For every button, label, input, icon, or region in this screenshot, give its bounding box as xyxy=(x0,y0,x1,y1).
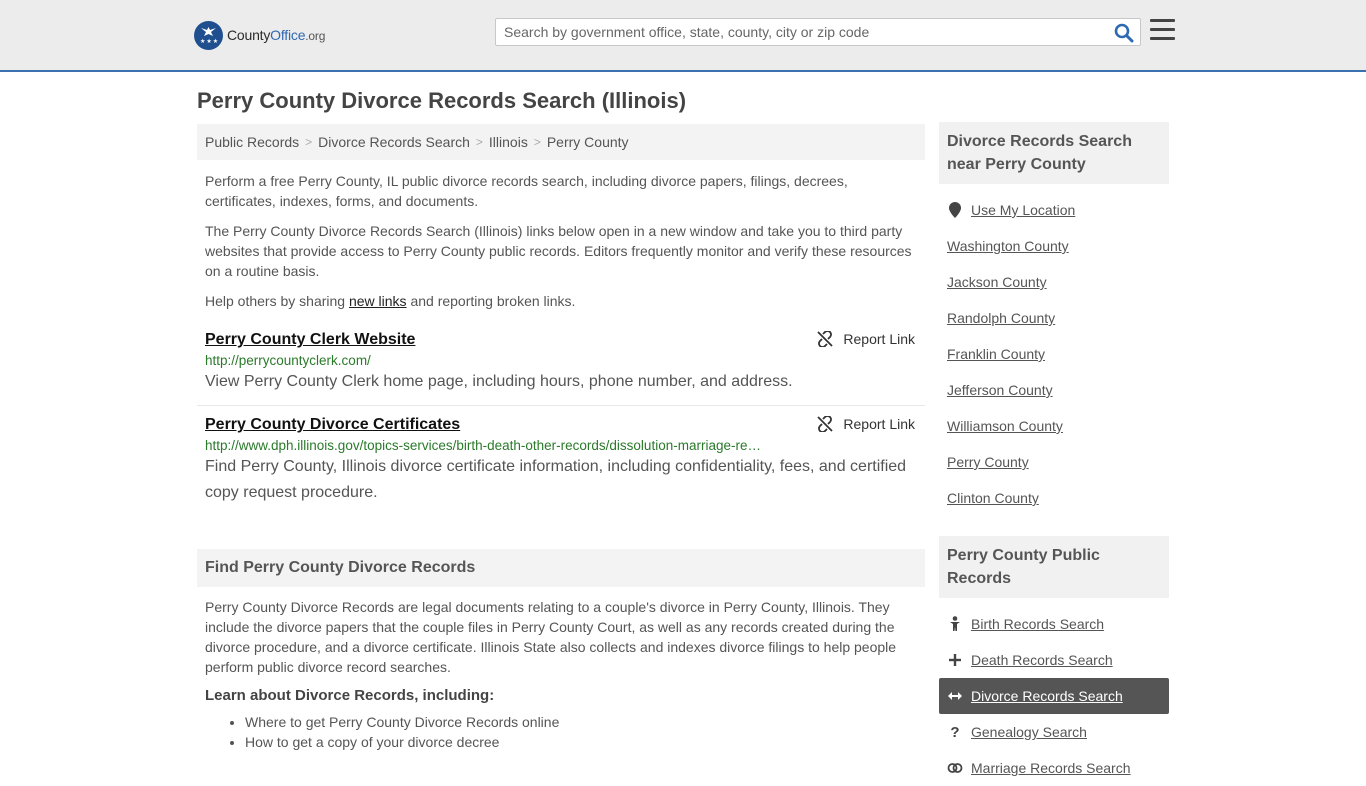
sidebar-public-records: Perry County Public Records Birth Record… xyxy=(939,536,1169,786)
page-title: Perry County Divorce Records Search (Ill… xyxy=(197,88,687,113)
result-url: http://www.dph.illinois.gov/topics-servi… xyxy=(205,438,761,453)
breadcrumb-current: Perry County xyxy=(546,134,629,150)
question-icon: ? xyxy=(950,723,960,741)
list-item: Clinton County xyxy=(939,480,1169,516)
result-title: Perry County Divorce Certificates xyxy=(205,416,917,434)
use-location-link[interactable]: Use My Location xyxy=(971,202,1075,218)
county-link[interactable]: Franklin County xyxy=(947,346,1045,362)
result-title: Perry County Clerk Website xyxy=(205,331,917,349)
find-records-paragraph: Perry County Divorce Records are legal d… xyxy=(205,599,897,675)
search-input[interactable] xyxy=(496,19,1106,45)
birth-records-link[interactable]: Birth Records Search xyxy=(971,616,1104,632)
list-item: Franklin County xyxy=(939,336,1169,372)
nearby-list: Use My Location Washington County Jackso… xyxy=(939,192,1169,516)
list-item: Randolph County xyxy=(939,300,1169,336)
breadcrumb-public-records[interactable]: Public Records xyxy=(205,134,299,150)
list-item: Perry County xyxy=(939,444,1169,480)
list-item: Birth Records Search xyxy=(939,606,1169,642)
death-records-link[interactable]: Death Records Search xyxy=(971,652,1113,668)
breadcrumb-divorce-records[interactable]: Divorce Records Search xyxy=(318,134,470,150)
list-item: ? Genealogy Search xyxy=(939,714,1169,750)
chevron-right-icon: > xyxy=(475,135,483,149)
list-item: Marriage Records Search xyxy=(939,750,1169,786)
sidebar-public-heading: Perry County Public Records xyxy=(939,536,1169,598)
list-item: How to get a copy of your divorce decree xyxy=(245,732,925,752)
result-description: Find Perry County, Illinois divorce cert… xyxy=(205,458,907,501)
search-icon[interactable] xyxy=(1114,23,1134,43)
disclaimer-paragraph: The Perry County Divorce Records Search … xyxy=(205,223,912,279)
county-link[interactable]: Randolph County xyxy=(947,310,1055,326)
result-item: Perry County Divorce Certificates Report… xyxy=(197,416,925,506)
hamburger-menu-icon[interactable] xyxy=(1150,19,1175,41)
broken-link-icon xyxy=(817,416,834,432)
chevron-right-icon: > xyxy=(533,135,541,149)
county-link[interactable]: Jefferson County xyxy=(947,382,1053,398)
public-records-list: Birth Records Search Death Records Searc… xyxy=(939,606,1169,786)
result-title-link[interactable]: Perry County Clerk Website xyxy=(205,331,415,348)
eagle-seal-icon: ★★★ xyxy=(194,20,223,50)
county-link[interactable]: Jackson County xyxy=(947,274,1047,290)
chevron-right-icon: > xyxy=(305,135,313,149)
logo-text: CountyOffice.org xyxy=(227,27,326,43)
learn-list: Where to get Perry County Divorce Record… xyxy=(197,712,925,752)
marriage-records-link[interactable]: Marriage Records Search xyxy=(971,760,1131,776)
county-link[interactable]: Clinton County xyxy=(947,490,1039,506)
main-content: Public Records > Divorce Records Search > … xyxy=(197,124,925,752)
rings-icon xyxy=(947,760,963,776)
report-link-button[interactable]: Report Link xyxy=(817,416,915,432)
result-description: View Perry County Clerk home page, inclu… xyxy=(205,373,793,390)
sidebar-nearby-heading: Divorce Records Search near Perry County xyxy=(939,122,1169,184)
list-item: Death Records Search xyxy=(939,642,1169,678)
result-item: Perry County Clerk Website Report Link h… xyxy=(197,331,925,395)
list-item: Where to get Perry County Divorce Record… xyxy=(245,712,925,732)
divider xyxy=(197,405,925,406)
report-link-button[interactable]: Report Link xyxy=(817,331,915,347)
genealogy-link[interactable]: Genealogy Search xyxy=(971,724,1087,740)
list-item: Jefferson County xyxy=(939,372,1169,408)
sidebar-nearby: Divorce Records Search near Perry County… xyxy=(939,122,1169,516)
breadcrumb-illinois[interactable]: Illinois xyxy=(489,134,528,150)
county-link[interactable]: Williamson County xyxy=(947,418,1063,434)
divorce-records-link[interactable]: Divorce Records Search xyxy=(971,688,1123,704)
find-records-heading: Find Perry County Divorce Records xyxy=(197,549,925,587)
list-item-active: Divorce Records Search xyxy=(939,678,1169,714)
list-item: Jackson County xyxy=(939,264,1169,300)
list-item: Washington County xyxy=(939,228,1169,264)
site-logo[interactable]: ★★★ CountyOffice.org xyxy=(194,20,325,50)
cross-icon xyxy=(947,652,963,668)
map-pin-icon xyxy=(947,202,963,218)
share-paragraph: Help others by sharing new links and rep… xyxy=(205,293,576,309)
result-title-link[interactable]: Perry County Divorce Certificates xyxy=(205,416,460,433)
county-link[interactable]: Washington County xyxy=(947,238,1069,254)
breadcrumb: Public Records > Divorce Records Search > … xyxy=(197,124,925,160)
use-location-item: Use My Location xyxy=(939,192,1169,228)
intro-paragraph: Perform a free Perry County, IL public d… xyxy=(205,173,848,209)
result-url: http://perrycountyclerk.com/ xyxy=(205,353,371,368)
county-link[interactable]: Perry County xyxy=(947,454,1029,470)
list-item: Williamson County xyxy=(939,408,1169,444)
learn-heading: Learn about Divorce Records, including: xyxy=(205,687,495,704)
child-icon xyxy=(947,616,963,632)
site-header: ★★★ CountyOffice.org xyxy=(0,0,1366,72)
arrows-horizontal-icon xyxy=(947,688,963,704)
search-box xyxy=(495,18,1141,46)
broken-link-icon xyxy=(817,331,834,347)
new-links-link[interactable]: new links xyxy=(349,293,407,309)
